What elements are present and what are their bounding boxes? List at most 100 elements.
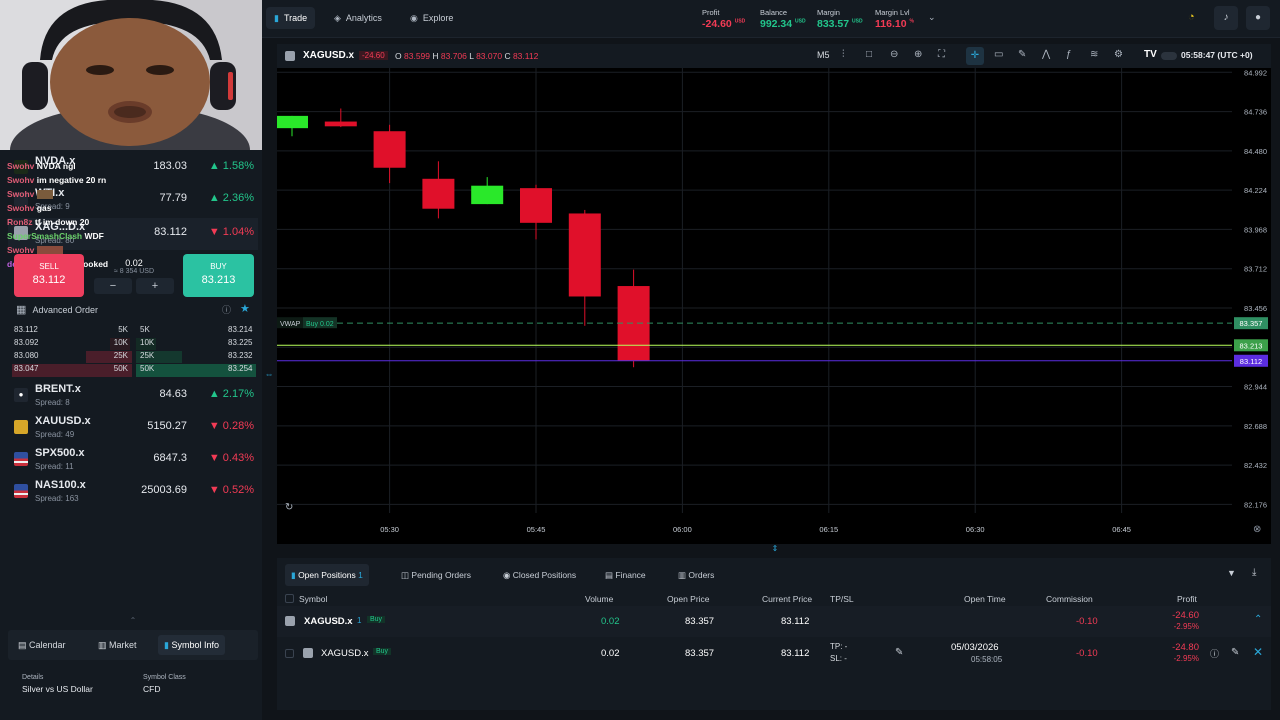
arrow-down-icon: ▼	[208, 420, 220, 432]
watchlist-row-xauusd[interactable]: XAUUSD.x Spread: 49 5150.27 ▼ 0.28%	[8, 412, 258, 444]
crosshair-icon[interactable]: ✛	[966, 47, 984, 65]
chart-toolbar: XAGUSD.x -24.60 O 83.599 H 83.706 L 83.0…	[277, 44, 1271, 68]
info-icon[interactable]: ⓘ	[222, 303, 231, 316]
top-bar: ▮ Trade ◈ Analytics ◉ Explore Profit -24.60 …	[262, 0, 1280, 38]
watchlist-row-nas100[interactable]: NAS100.x Spread: 163 25003.69 ▼ 0.52%	[8, 476, 258, 508]
volume-plus-button[interactable]: +	[136, 278, 174, 294]
tab-open-positions[interactable]: ▮ Open Positions 1	[285, 564, 369, 586]
zoom-in-icon[interactable]: ⊕	[914, 49, 922, 60]
timeframe-selector[interactable]: M5	[817, 50, 830, 60]
advanced-order-toggle[interactable]: ▦ Advanced Order ⓘ ★	[16, 303, 256, 319]
tab-finance[interactable]: ▤ Finance	[599, 564, 652, 586]
download-icon[interactable]: ⤓	[1252, 567, 1256, 578]
y-tick-label: 84.736	[1244, 108, 1267, 117]
candle-body	[276, 115, 308, 129]
analytics-icon: ◈	[334, 13, 341, 23]
chevron-down-icon[interactable]: ⌄	[928, 12, 936, 23]
watchlist-price: 183.03	[153, 160, 187, 172]
zoom-out-icon[interactable]: ⊖	[890, 49, 898, 60]
tradingview-logo-icon: TV	[1144, 49, 1157, 60]
header-commission[interactable]: Commission	[1046, 594, 1093, 604]
y-tick-label: 83.712	[1244, 265, 1267, 274]
user-icon[interactable]: ●	[1246, 6, 1270, 30]
price-chart[interactable]: 84.992 84.736 84.480 84.224 83.968 83.712 83.4…	[276, 68, 1271, 544]
position-row[interactable]: XAGUSD.x Buy 0.02 83.357 83.112 TP: - SL…	[277, 638, 1271, 670]
bell-icon[interactable]: ♪	[1214, 6, 1238, 30]
tab-closed-positions[interactable]: ◉ Closed Positions	[497, 564, 582, 586]
chart-symbol[interactable]: XAGUSD.x	[303, 50, 354, 61]
tab-market[interactable]: ▥ Market	[92, 635, 143, 655]
sell-button[interactable]: SELL 83.112	[14, 254, 84, 297]
layers-icon[interactable]: ≋	[1090, 49, 1098, 60]
watchlist-spread: Spread: 8	[35, 398, 70, 407]
webcam-overlay	[0, 0, 262, 150]
square-icon[interactable]: □	[866, 49, 872, 60]
chart-bars-icon: ▮	[291, 570, 296, 580]
volume-value[interactable]: 0.02	[92, 258, 176, 268]
x-tick-label: 05:45	[527, 525, 546, 534]
ruler-icon[interactable]: ▭	[994, 49, 1003, 60]
nav-trade[interactable]: ▮ Trade	[266, 7, 316, 29]
candles-icon[interactable]: ⫶	[842, 49, 845, 60]
arrow-down-icon: ▼	[208, 452, 220, 464]
arrow-down-icon: ▼	[208, 484, 220, 496]
chart-canvas[interactable]: 84.992 84.736 84.480 84.224 83.968 83.712 83.4…	[276, 68, 1271, 544]
row-checkbox[interactable]	[285, 649, 294, 658]
us-flag-icon	[14, 484, 28, 498]
calendar-icon: ▤	[18, 640, 27, 650]
candle-body	[520, 188, 552, 223]
buy-button[interactable]: BUY 83.213	[183, 254, 254, 297]
fit-screen-icon[interactable]: ⛶	[938, 49, 945, 60]
reset-chart-icon[interactable]: ↻	[285, 502, 293, 513]
header-symbol[interactable]: Symbol	[299, 594, 327, 604]
tab-calendar[interactable]: ▤ Calendar	[12, 635, 72, 655]
watchlist-price: 84.63	[159, 388, 187, 400]
position-group-row[interactable]: XAGUSD.x 1 Buy 0.02 83.357 83.112 -0.10 …	[277, 606, 1271, 637]
filter-icon[interactable]: ▼	[1227, 568, 1236, 578]
edit-icon[interactable]: ✎	[1231, 647, 1239, 658]
profit-stat: Profit -24.60 USD	[702, 8, 746, 30]
toggle-switch[interactable]	[1161, 52, 1177, 60]
edit-tpsl-icon[interactable]: ✎	[895, 647, 903, 658]
chevron-up-icon[interactable]: ⌃	[1254, 614, 1262, 625]
side-badge: Buy	[367, 616, 386, 623]
bottom-tabs: ▤ Calendar ▥ Market ▮ Symbol Info	[8, 630, 258, 660]
indicator-icon[interactable]: ƒ	[1066, 49, 1072, 60]
left-panel: NVDA.x 183.03 ▲ 1.58% WTI.x Spread: 9 77…	[0, 150, 262, 720]
tab-pending-orders[interactable]: ◫ Pending Orders	[395, 564, 477, 586]
tab-symbol-info[interactable]: ▮ Symbol Info	[158, 635, 225, 655]
chart-change: -24.60	[359, 51, 388, 60]
nav-analytics[interactable]: ◈ Analytics	[326, 7, 390, 29]
header-volume[interactable]: Volume	[585, 594, 613, 604]
collapse-panel-handle[interactable]: ⇔	[263, 369, 275, 383]
nav-explore[interactable]: ◉ Explore	[402, 7, 461, 29]
settings-gear-icon[interactable]: ⚙	[1114, 49, 1123, 60]
check-circle-icon: ◉	[503, 570, 511, 580]
arrow-up-icon: ▲	[208, 192, 220, 204]
info-icon[interactable]: ⓘ	[1210, 647, 1219, 660]
resize-handle[interactable]: ⇕	[770, 544, 780, 554]
symbol-class-value: CFD	[143, 684, 161, 694]
header-current-price[interactable]: Current Price	[762, 594, 812, 604]
watchlist-row-brent[interactable]: ● BRENT.x Spread: 8 84.63 ▲ 2.17%	[8, 380, 258, 412]
pencil-icon[interactable]: ✎	[1018, 49, 1026, 60]
watchlist-price: 5150.27	[147, 420, 187, 432]
tab-orders[interactable]: ▥ Orders	[672, 564, 720, 586]
chat-message: SuperSmashClash WDF	[7, 231, 104, 241]
star-icon[interactable]: ★	[240, 302, 250, 315]
order-book-row: 83.047 50K 50K 83.254	[12, 364, 256, 378]
close-position-icon[interactable]: ✕	[1253, 645, 1263, 659]
header-profit[interactable]: Profit	[1177, 594, 1197, 604]
volume-minus-button[interactable]: −	[94, 278, 132, 294]
y-tick-label: 84.480	[1244, 147, 1267, 156]
vwap-tag: Buy 0.02	[306, 321, 334, 328]
header-open-price[interactable]: Open Price	[667, 594, 710, 604]
panel-resize-handle[interactable]: ⌃	[8, 616, 258, 625]
select-all-checkbox[interactable]	[285, 594, 294, 603]
watchlist-row-spx500[interactable]: SPX500.x Spread: 11 6847.3 ▼ 0.43%	[8, 444, 258, 476]
emote-image	[36, 190, 53, 200]
header-open-time[interactable]: Open Time	[964, 594, 1006, 604]
chart-bars-icon: ▮	[274, 13, 279, 23]
trend-icon[interactable]: ⋀	[1042, 49, 1050, 60]
chart-settings-icon[interactable]: ⊗	[1253, 524, 1261, 535]
